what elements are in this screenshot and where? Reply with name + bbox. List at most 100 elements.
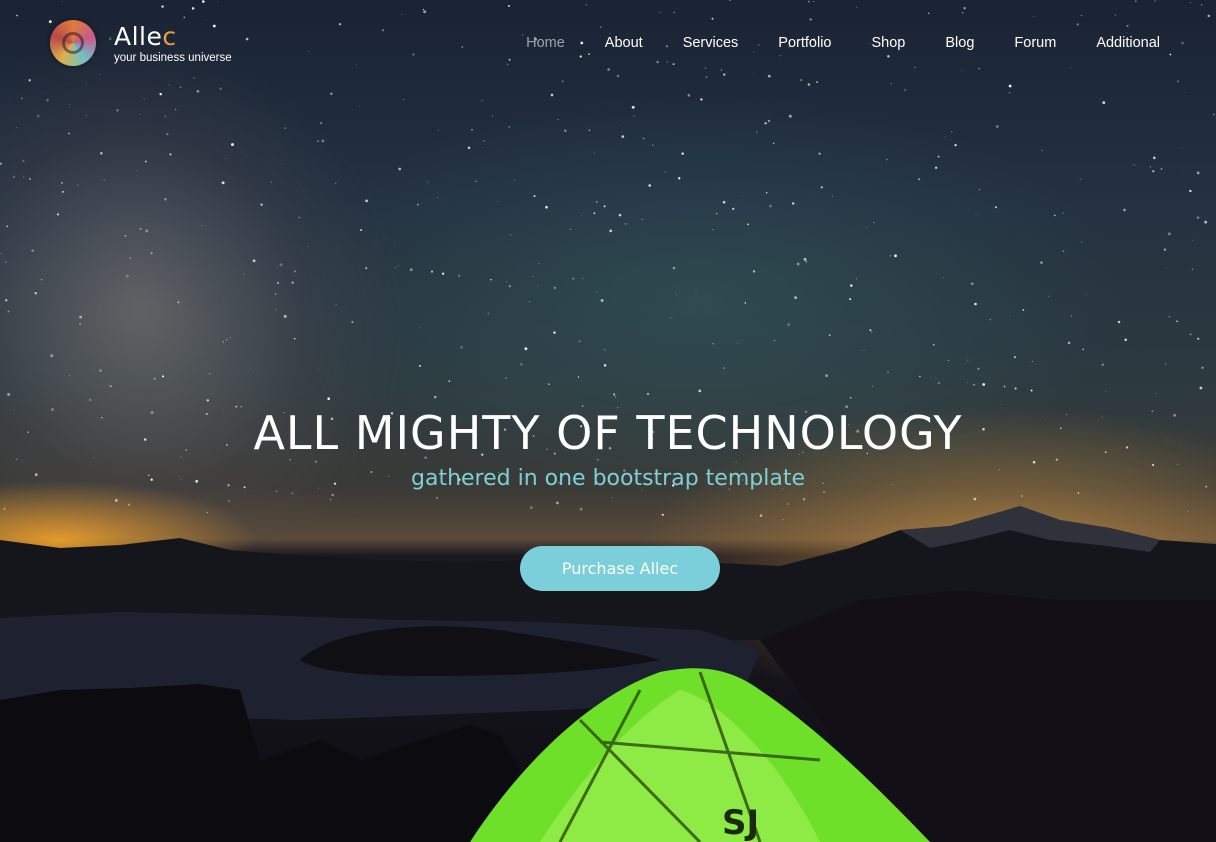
- star: [780, 55, 781, 57]
- star: [206, 399, 210, 402]
- star: [802, 497, 806, 501]
- star: [1101, 363, 1105, 367]
- star: [538, 262, 540, 264]
- star: [169, 153, 172, 156]
- star: [1070, 66, 1072, 68]
- star: [12, 175, 16, 179]
- star: [764, 122, 767, 125]
- star: [982, 383, 986, 386]
- star: [1126, 24, 1129, 28]
- star: [1197, 337, 1200, 340]
- star: [937, 155, 940, 158]
- star: [129, 257, 132, 259]
- nav-home[interactable]: Home: [526, 35, 565, 51]
- brand-logo[interactable]: Allec your business universe: [50, 20, 232, 66]
- star: [394, 244, 396, 246]
- star: [863, 350, 865, 351]
- star: [561, 80, 564, 83]
- star: [759, 514, 763, 517]
- star: [600, 299, 604, 302]
- star: [752, 51, 754, 53]
- star: [308, 51, 310, 52]
- purchase-button[interactable]: Purchase Allec: [520, 546, 720, 591]
- star: [183, 16, 186, 19]
- star: [1031, 360, 1033, 362]
- star: [648, 184, 651, 187]
- star: [641, 218, 643, 220]
- star: [975, 213, 977, 215]
- nav-portfolio[interactable]: Portfolio: [778, 35, 831, 51]
- star: [365, 266, 368, 270]
- star: [314, 460, 318, 463]
- star: [550, 93, 554, 97]
- star: [903, 88, 907, 91]
- nav-about[interactable]: About: [605, 35, 643, 51]
- star: [886, 371, 890, 374]
- star: [1176, 320, 1178, 323]
- star: [217, 0, 219, 2]
- star: [825, 374, 828, 377]
- star: [633, 115, 635, 117]
- star: [1041, 150, 1043, 152]
- star: [866, 226, 868, 228]
- star: [335, 303, 337, 305]
- star: [79, 315, 82, 319]
- star: [1191, 268, 1194, 271]
- star: [50, 354, 54, 358]
- star: [458, 274, 461, 277]
- star: [871, 331, 873, 334]
- star: [803, 258, 807, 261]
- star: [331, 493, 334, 497]
- star: [772, 142, 775, 145]
- star: [436, 497, 438, 499]
- star: [109, 385, 112, 388]
- star: [786, 503, 789, 505]
- nav-services[interactable]: Services: [683, 35, 739, 51]
- star: [856, 278, 858, 280]
- star: [1086, 295, 1088, 296]
- star: [529, 301, 530, 303]
- star: [460, 346, 463, 349]
- star: [144, 160, 147, 163]
- star: [275, 309, 277, 311]
- nav-forum[interactable]: Forum: [1014, 35, 1056, 51]
- star: [1204, 220, 1208, 224]
- star: [1114, 14, 1117, 16]
- star: [498, 200, 500, 202]
- star: [1163, 248, 1167, 251]
- nav-additional[interactable]: Additional: [1096, 35, 1160, 51]
- nav-shop[interactable]: Shop: [872, 35, 906, 51]
- star: [1201, 366, 1204, 369]
- star: [416, 203, 419, 206]
- star: [774, 339, 776, 342]
- nav-blog[interactable]: Blog: [945, 35, 974, 51]
- star: [46, 98, 49, 102]
- star: [1181, 148, 1183, 149]
- star: [792, 202, 795, 205]
- star: [100, 151, 103, 155]
- star: [89, 398, 92, 401]
- star: [557, 119, 559, 121]
- star: [767, 74, 771, 78]
- star: [1082, 348, 1084, 351]
- star: [40, 278, 43, 281]
- star: [61, 0, 63, 2]
- star: [298, 216, 300, 219]
- star: [890, 82, 892, 84]
- star: [614, 396, 617, 398]
- star: [595, 291, 597, 293]
- star: [1126, 32, 1128, 34]
- star: [1076, 23, 1079, 26]
- star: [221, 181, 225, 185]
- star: [572, 277, 575, 280]
- hero-headline: ALL MIGHTY OF TECHNOLOGY: [253, 406, 963, 460]
- star: [794, 296, 798, 300]
- star: [1165, 363, 1167, 365]
- star: [252, 259, 256, 263]
- star: [593, 152, 595, 154]
- star: [809, 18, 812, 21]
- star: [1009, 312, 1011, 313]
- star: [1133, 164, 1136, 166]
- star: [642, 137, 645, 140]
- star: [711, 228, 713, 230]
